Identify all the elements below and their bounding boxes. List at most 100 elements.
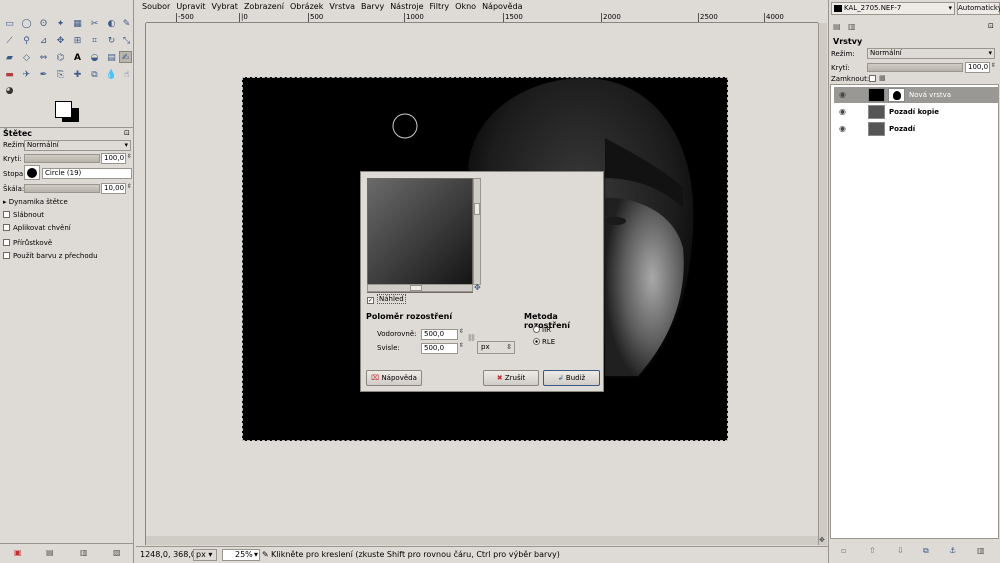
layers-tab-icon[interactable]: ▤ xyxy=(833,22,841,31)
help-button[interactable]: ⌧ Nápověda xyxy=(366,370,422,386)
layers-mode-select[interactable]: Normální ▾ xyxy=(867,48,995,59)
align-icon[interactable]: ⊞ xyxy=(71,35,84,47)
image-select[interactable]: KAL_2705.NEF-7 ▾ xyxy=(831,2,955,15)
preview-hscroll[interactable] xyxy=(367,284,473,292)
brush-name-field[interactable]: Circle (19) xyxy=(42,168,132,179)
opacity-field[interactable]: 100,0 xyxy=(101,153,126,164)
clone-icon[interactable]: ⎘ xyxy=(54,69,67,81)
spin-icon[interactable]: ⇳ xyxy=(991,62,996,69)
menu-select[interactable]: Vybrat xyxy=(212,0,238,13)
layer-row[interactable]: ◉ Pozadí kopie xyxy=(834,104,999,120)
lock-pixels-checkbox[interactable] xyxy=(869,75,876,82)
layer-name[interactable]: Nová vrstva xyxy=(909,87,951,103)
save-options-icon[interactable]: ▣ xyxy=(14,548,22,557)
auto-button[interactable]: Automaticky xyxy=(957,2,1000,15)
radio-icon[interactable] xyxy=(533,326,540,333)
free-select-icon[interactable]: ʘ xyxy=(37,18,50,30)
panel-menu-icon[interactable]: ⊡ xyxy=(988,22,994,30)
method-rle-radio[interactable]: RLE xyxy=(533,338,555,346)
layer-row[interactable]: ◉ Nová vrstva xyxy=(834,87,999,103)
paths-icon[interactable]: ✎ xyxy=(120,18,133,30)
ok-button[interactable]: ↲ Budiž xyxy=(543,370,600,386)
menu-view[interactable]: Zobrazení xyxy=(244,0,284,13)
menu-edit[interactable]: Upravit xyxy=(176,0,205,13)
blur-icon[interactable]: 💧 xyxy=(105,69,118,81)
dynamics-expander[interactable]: ▸ Dynamika štětce xyxy=(3,198,68,206)
lock-alpha-icon[interactable]: ▩ xyxy=(879,74,886,82)
eraser-icon[interactable]: ▬ xyxy=(3,69,16,81)
preview-area[interactable] xyxy=(367,178,473,293)
option-fade[interactable]: Slábnout xyxy=(3,211,44,219)
eye-icon[interactable]: ◉ xyxy=(839,121,846,137)
mode-select[interactable]: Normální ▾ xyxy=(24,140,131,151)
spin-icon[interactable]: ⇳ xyxy=(459,328,464,335)
bucket-fill-icon[interactable]: ◒ xyxy=(88,52,101,64)
layers-opacity-field[interactable]: 100,0 xyxy=(965,62,990,73)
layer-row[interactable]: ◉ Pozadí xyxy=(834,121,999,137)
text-icon[interactable]: A xyxy=(71,52,84,64)
vertical-scrollbar[interactable] xyxy=(818,23,827,545)
scissors-icon[interactable]: ✂ xyxy=(88,18,101,30)
horizontal-field[interactable]: 500,0 xyxy=(421,329,458,340)
scroll-thumb[interactable] xyxy=(410,285,422,291)
color-picker-icon[interactable]: ⟋ xyxy=(3,35,16,47)
menu-image[interactable]: Obrázek xyxy=(290,0,323,13)
scale-slider[interactable] xyxy=(24,184,100,193)
menu-filters[interactable]: Filtry xyxy=(430,0,450,13)
menu-tools[interactable]: Nástroje xyxy=(390,0,423,13)
dodge-burn-icon[interactable]: ◕ xyxy=(3,85,16,97)
fuzzy-select-icon[interactable]: ✦ xyxy=(54,18,67,30)
channels-tab-icon[interactable]: ▥ xyxy=(848,22,856,31)
raise-layer-icon[interactable]: ⇧ xyxy=(869,546,876,555)
ruler-vertical[interactable] xyxy=(136,23,146,545)
flip-icon[interactable]: ⇔ xyxy=(37,52,50,64)
checkbox[interactable] xyxy=(3,224,10,231)
paintbrush-icon[interactable]: ✍ xyxy=(119,51,132,63)
eye-icon[interactable]: ◉ xyxy=(839,87,846,103)
duplicate-layer-icon[interactable]: ⧉ xyxy=(923,546,929,556)
opacity-slider[interactable] xyxy=(24,154,100,163)
option-incremental[interactable]: Přírůstkově xyxy=(3,239,52,247)
layer-name[interactable]: Pozadí kopie xyxy=(889,104,939,120)
navigate-icon[interactable]: ✥ xyxy=(474,283,481,292)
menu-file[interactable]: Soubor xyxy=(142,0,170,13)
spin-icon[interactable]: ⇳ xyxy=(127,153,132,160)
lower-layer-icon[interactable]: ⇩ xyxy=(897,546,904,555)
rect-select-icon[interactable]: ▭ xyxy=(3,18,16,30)
menu-windows[interactable]: Okno xyxy=(455,0,476,13)
vertical-field[interactable]: 500,0 xyxy=(421,343,458,354)
horizontal-scrollbar[interactable] xyxy=(146,536,818,545)
perspective-icon[interactable]: ◇ xyxy=(20,52,33,64)
blend-icon[interactable]: ▤ xyxy=(105,52,118,64)
crop-icon[interactable]: ⌗ xyxy=(88,35,101,47)
zoom-select[interactable]: 25% ▾ xyxy=(222,549,260,561)
reset-options-icon[interactable]: ▧ xyxy=(113,548,121,557)
radio-selected-icon[interactable] xyxy=(533,338,540,345)
method-iir-radio[interactable]: IIR xyxy=(533,326,551,334)
foreground-select-icon[interactable]: ◐ xyxy=(105,18,118,30)
spin-icon[interactable]: ⇳ xyxy=(459,342,464,349)
delete-layer-icon[interactable]: ▥ xyxy=(977,546,985,555)
menu-layer[interactable]: Vrstva xyxy=(329,0,355,13)
panel-menu-icon[interactable]: ⊡ xyxy=(124,129,130,137)
smudge-icon[interactable]: ☝ xyxy=(120,69,133,81)
zoom-icon[interactable]: ⚲ xyxy=(20,35,33,47)
cage-icon[interactable]: ⌬ xyxy=(54,52,67,64)
option-gradient[interactable]: Použít barvu z přechodu xyxy=(3,252,98,260)
measure-icon[interactable]: ⊿ xyxy=(37,35,50,47)
menu-help[interactable]: Nápověda xyxy=(482,0,523,13)
heal-icon[interactable]: ✚ xyxy=(71,69,84,81)
eye-icon[interactable]: ◉ xyxy=(839,104,846,120)
scale-icon[interactable]: ⤡ xyxy=(120,35,133,47)
restore-options-icon[interactable]: ▤ xyxy=(46,548,54,557)
unit-select[interactable]: px ▾ xyxy=(193,549,217,561)
checkbox-checked[interactable]: ✓ xyxy=(367,297,374,304)
scale-field[interactable]: 10,00 xyxy=(101,183,126,194)
chain-link-icon[interactable]: ⛓ xyxy=(467,334,476,342)
preview-toggle[interactable]: ✓ Náhled xyxy=(367,294,406,304)
ink-icon[interactable]: ✒ xyxy=(37,69,50,81)
ruler-horizontal[interactable]: -500 |0 500 1000 1500 2000 2500 4000 xyxy=(146,13,818,23)
checkbox[interactable] xyxy=(3,239,10,246)
ellipse-select-icon[interactable]: ◯ xyxy=(20,18,33,30)
anchor-layer-icon[interactable]: ⚓ xyxy=(949,546,956,555)
